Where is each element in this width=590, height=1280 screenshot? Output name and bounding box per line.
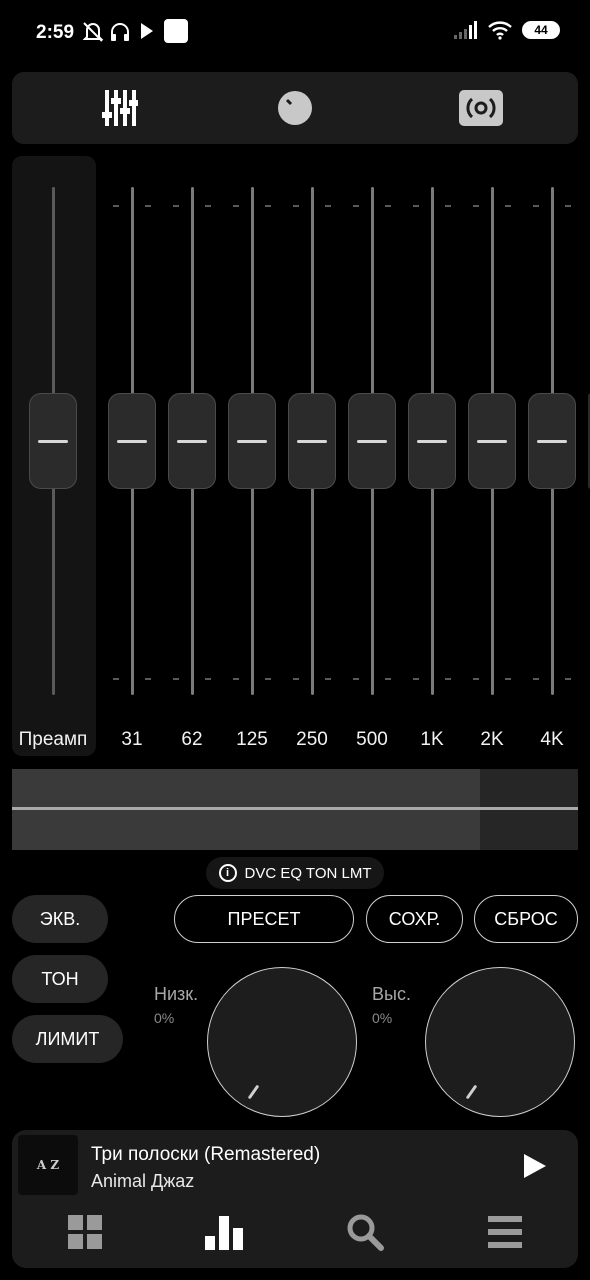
scale-mark bbox=[233, 205, 239, 207]
nav-search[interactable] bbox=[345, 1212, 385, 1252]
treble-label: Выс. bbox=[372, 984, 411, 1004]
scale-mark bbox=[205, 205, 211, 207]
scale-mark bbox=[293, 205, 299, 207]
scale-mark bbox=[445, 678, 451, 680]
band-slider-knob[interactable] bbox=[408, 393, 456, 489]
scale-mark bbox=[353, 678, 359, 680]
wifi-icon bbox=[488, 21, 512, 40]
scale-mark bbox=[533, 205, 539, 207]
mode-tabs bbox=[12, 72, 578, 144]
equalizer-bars-icon bbox=[205, 1216, 243, 1250]
scale-mark bbox=[385, 678, 391, 680]
status-time: 2:59 bbox=[36, 22, 75, 43]
scale-mark bbox=[413, 205, 419, 207]
scale-mark bbox=[233, 678, 239, 680]
grid-icon bbox=[68, 1215, 102, 1249]
limit-toggle-button[interactable]: ЛИМИТ bbox=[12, 1015, 123, 1063]
band-slider-knob[interactable] bbox=[288, 393, 336, 489]
eq-toggle-button[interactable]: ЭКВ. bbox=[12, 895, 108, 943]
scale-mark bbox=[533, 678, 539, 680]
info-icon: i bbox=[218, 864, 237, 882]
treble-value: 0% bbox=[372, 1010, 393, 1026]
band-slider-knob[interactable] bbox=[468, 393, 516, 489]
scale-mark bbox=[265, 678, 271, 680]
scale-mark bbox=[325, 678, 331, 680]
scale-mark bbox=[293, 678, 299, 680]
bass-label: Низк. bbox=[154, 984, 199, 1004]
spectrum-bar bbox=[12, 769, 578, 850]
nav-equalizer[interactable] bbox=[205, 1212, 245, 1252]
signal-icon bbox=[454, 21, 477, 39]
band-slider-knob[interactable] bbox=[528, 393, 576, 489]
scale-mark bbox=[473, 205, 479, 207]
reset-button[interactable]: СБРОС bbox=[474, 895, 578, 943]
active-effects-indicator[interactable]: i DVC EQ TON LMT bbox=[206, 857, 384, 889]
scale-mark bbox=[445, 205, 451, 207]
play-status-icon bbox=[141, 23, 153, 39]
tab-equalizer[interactable] bbox=[26, 72, 214, 144]
scale-mark bbox=[173, 678, 179, 680]
play-icon bbox=[524, 1154, 546, 1178]
battery-indicator: 44 bbox=[522, 21, 560, 39]
bass-value: 0% bbox=[154, 1010, 175, 1026]
spectrum-line bbox=[12, 807, 578, 810]
search-icon bbox=[347, 1214, 384, 1251]
active-effects-text: DVC EQ TON LMT bbox=[244, 864, 372, 882]
tab-surround[interactable] bbox=[387, 72, 575, 144]
scale-mark bbox=[173, 205, 179, 207]
treble-knob[interactable] bbox=[425, 967, 575, 1117]
band-slider-knob[interactable] bbox=[348, 393, 396, 489]
nav-library[interactable] bbox=[65, 1212, 105, 1252]
play-button[interactable] bbox=[518, 1150, 550, 1182]
band-label: 4K bbox=[540, 729, 564, 750]
treble-knob-pointer bbox=[465, 1084, 478, 1100]
scale-mark bbox=[353, 205, 359, 207]
scale-mark bbox=[265, 205, 271, 207]
preset-button[interactable]: ПРЕСЕТ bbox=[174, 895, 354, 943]
queue-list-icon bbox=[488, 1216, 522, 1248]
band-slider-knob[interactable] bbox=[228, 393, 276, 489]
scale-mark bbox=[385, 205, 391, 207]
scale-mark bbox=[325, 205, 331, 207]
app-status-icon bbox=[164, 19, 188, 43]
scale-mark bbox=[205, 678, 211, 680]
status-right: 44 bbox=[454, 20, 560, 40]
album-cover: A Z bbox=[18, 1135, 78, 1195]
scale-mark bbox=[565, 205, 571, 207]
scale-mark bbox=[413, 678, 419, 680]
equalizer-sliders-icon bbox=[102, 90, 138, 126]
track-artist[interactable]: Animal Джаz bbox=[91, 1171, 194, 1192]
tone-toggle-button[interactable]: ТОН bbox=[12, 955, 108, 1003]
scale-mark bbox=[505, 678, 511, 680]
preamp-slider-knob[interactable] bbox=[29, 393, 77, 489]
speaker-surround-icon bbox=[459, 90, 503, 126]
nav-queue[interactable] bbox=[485, 1212, 525, 1252]
scale-mark bbox=[145, 205, 151, 207]
scale-mark bbox=[505, 205, 511, 207]
bass-knob-pointer bbox=[247, 1084, 260, 1100]
headphones-icon bbox=[111, 23, 129, 41]
bass-knob[interactable] bbox=[207, 967, 357, 1117]
scale-mark bbox=[113, 205, 119, 207]
mini-player[interactable]: A Z Три полоски (Remastered) Animal Джаz bbox=[12, 1130, 578, 1268]
scale-mark bbox=[145, 678, 151, 680]
do-not-disturb-icon bbox=[82, 22, 104, 42]
scale-mark bbox=[565, 678, 571, 680]
save-button[interactable]: СОХР. bbox=[366, 895, 463, 943]
scale-mark bbox=[473, 678, 479, 680]
knob-icon bbox=[278, 91, 312, 125]
preamp-label: Преамп bbox=[18, 729, 88, 750]
tab-tone[interactable] bbox=[201, 72, 389, 144]
track-title[interactable]: Три полоски (Remastered) bbox=[91, 1144, 320, 1166]
status-bar: 2:59 44 bbox=[0, 0, 590, 66]
scale-mark bbox=[113, 678, 119, 680]
band-slider-knob[interactable] bbox=[108, 393, 156, 489]
band-slider-knob[interactable] bbox=[168, 393, 216, 489]
